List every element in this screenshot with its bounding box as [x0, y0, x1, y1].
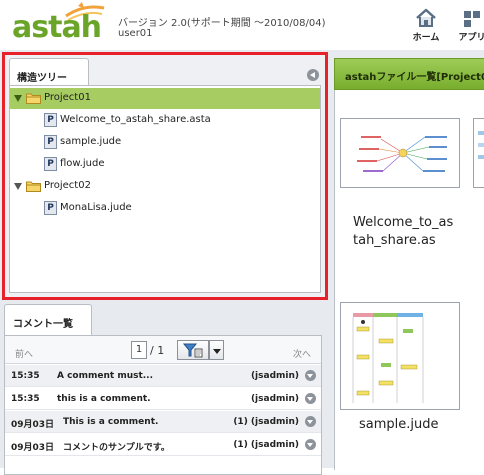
tree-item-label: Welcome_to_astah_share.asta	[60, 114, 211, 125]
comment-text: This is a comment.	[63, 417, 159, 427]
comment-text: this is a comment.	[57, 394, 151, 404]
comment-user: (jsadmin)	[250, 394, 299, 404]
tree-item-label: MonaLisa.jude	[60, 202, 132, 213]
expand-arrow-icon[interactable]	[14, 183, 22, 190]
comment-user: (1) (jsadmin)	[233, 440, 299, 450]
comment-row[interactable]: 09月03日 This is a comment. (1) (jsadmin)	[5, 411, 321, 433]
collapse-panel-icon[interactable]	[307, 69, 319, 81]
mindmap-thumbnail-image	[357, 136, 447, 172]
next-page-link[interactable]: 次へ	[293, 347, 311, 360]
file-icon: P	[44, 113, 57, 127]
file-thumbnail[interactable]	[340, 302, 460, 410]
tab-structure-tree[interactable]: 構造ツリー	[9, 58, 89, 86]
tab-comments[interactable]: コメント一覧	[4, 304, 92, 336]
filter-icon	[182, 343, 203, 358]
filter-button[interactable]	[177, 340, 209, 360]
folder-icon	[26, 181, 41, 192]
comment-time: 09月03日	[11, 443, 55, 453]
tree-item-project01[interactable]: Project01	[10, 88, 320, 109]
app-button[interactable]: アプリ	[452, 8, 484, 50]
comment-menu-icon[interactable]	[305, 439, 316, 450]
home-icon	[416, 8, 436, 27]
file-name[interactable]: Welcome_to_astah_share.as	[353, 214, 457, 250]
tree-item-label: Project01	[44, 92, 91, 103]
comment-text: コメントのサンプルです。	[63, 443, 170, 453]
activity-diagram-thumbnail-image	[352, 313, 424, 403]
comment-user: (jsadmin)	[250, 371, 299, 381]
filter-dropdown[interactable]	[209, 340, 224, 360]
tree-item-file[interactable]: P MonaLisa.jude	[10, 198, 320, 219]
app-icon	[464, 11, 480, 27]
tree-item-file[interactable]: P flow.jude	[10, 154, 320, 175]
expand-arrow-icon[interactable]	[14, 95, 22, 102]
page-number-input[interactable]: 1	[131, 341, 147, 359]
structure-tree: Project01 P Welcome_to_astah_share.asta …	[9, 85, 321, 293]
comment-time: 15:35	[11, 371, 40, 381]
home-button[interactable]: ホーム	[404, 8, 448, 50]
comment-text: A comment must...	[57, 371, 154, 381]
comment-menu-icon[interactable]	[305, 393, 316, 404]
astah-logo[interactable]: astah	[8, 2, 108, 46]
file-icon: P	[44, 157, 57, 171]
app-label: アプリ	[458, 33, 484, 43]
page-total: / 1	[150, 344, 165, 357]
diagram-thumbnail-image	[478, 131, 484, 159]
file-list-area: astahファイル一覧[Project01]	[330, 50, 484, 470]
comments-pager: 前へ 1 / 1 次へ	[5, 336, 321, 364]
file-thumbnail[interactable]	[473, 118, 484, 188]
comments-panel: コメント一覧 前へ 1 / 1 次へ 15:35 A comment must.…	[4, 304, 324, 475]
folder-icon	[26, 93, 41, 104]
file-list: Welcome_to_astah_share.as sample.jude	[334, 90, 484, 470]
version-text: バージョン 2.0(サポート期間 ～2010/08/04)	[118, 18, 326, 29]
tree-item-label: flow.jude	[60, 158, 105, 169]
comment-row[interactable]: 15:35 this is a comment. (jsadmin)	[5, 388, 321, 410]
file-icon: P	[44, 201, 57, 215]
structure-tree-panel: 構造ツリー Project01 P Welcome_to_astah_share…	[2, 52, 328, 300]
file-list-header: astahファイル一覧[Project01]	[334, 58, 484, 90]
prev-page-link[interactable]: 前へ	[15, 347, 33, 360]
app-header: astah バージョン 2.0(サポート期間 ～2010/08/04) user…	[0, 0, 484, 50]
comment-time: 15:35	[11, 394, 40, 404]
tree-item-project02[interactable]: Project02	[10, 176, 320, 197]
file-thumbnail[interactable]	[340, 118, 460, 188]
home-label: ホーム	[412, 33, 440, 43]
comments-list: 前へ 1 / 1 次へ 15:35 A comment must... (jsa…	[4, 335, 322, 475]
username-text: user01	[118, 28, 153, 39]
comment-row[interactable]: 09月03日 コメントのサンプルです。 (1) (jsadmin)	[5, 434, 321, 456]
comment-row[interactable]: 15:35 A comment must... (jsadmin)	[5, 365, 321, 387]
tree-item-label: sample.jude	[60, 136, 122, 147]
tree-item-file[interactable]: P sample.jude	[10, 132, 320, 153]
tree-item-label: Project02	[44, 180, 91, 191]
comment-menu-icon[interactable]	[305, 370, 316, 381]
tree-item-file[interactable]: P Welcome_to_astah_share.asta	[10, 110, 320, 131]
file-name[interactable]: sample.jude	[359, 416, 439, 434]
comment-time: 09月03日	[11, 420, 55, 430]
logo-text: astah	[12, 10, 102, 45]
comment-user: (1) (jsadmin)	[233, 417, 299, 427]
file-icon: P	[44, 135, 57, 149]
comment-menu-icon[interactable]	[305, 416, 316, 427]
